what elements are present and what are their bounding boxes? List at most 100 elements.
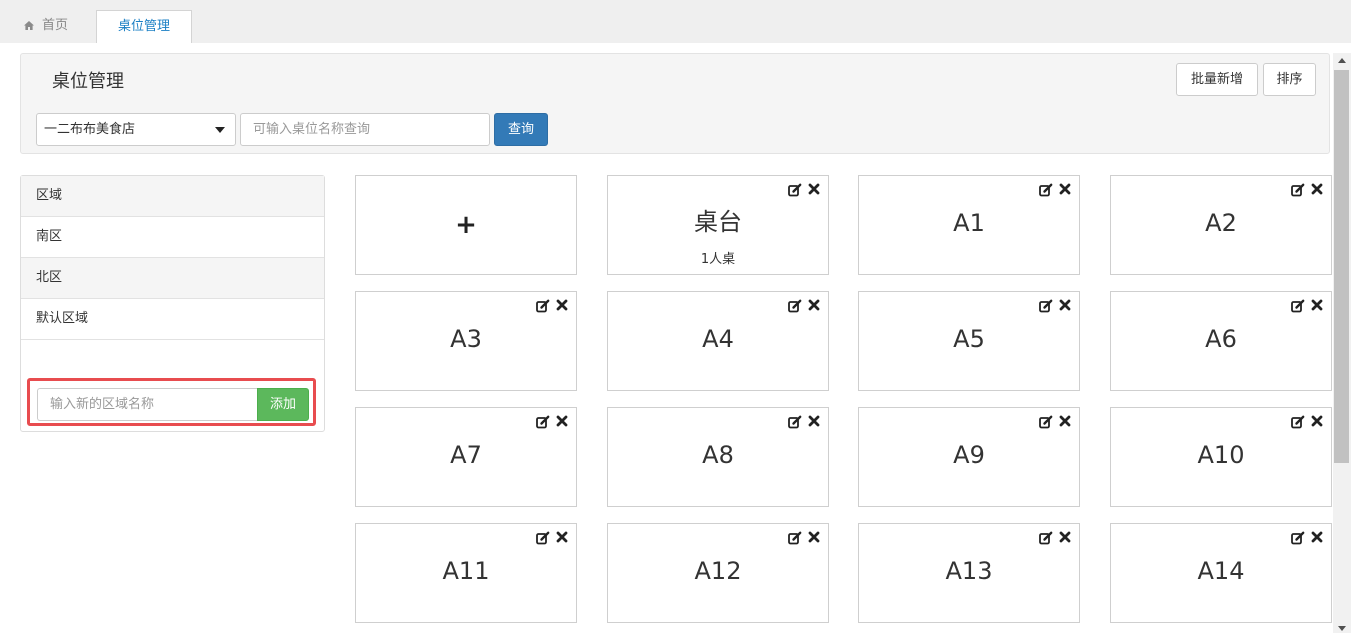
caret-down-icon bbox=[215, 127, 225, 133]
table-card[interactable]: A2 bbox=[1110, 175, 1332, 275]
table-card[interactable]: A6 bbox=[1110, 291, 1332, 391]
card-actions bbox=[788, 531, 820, 547]
table-card[interactable]: A14 bbox=[1110, 523, 1332, 623]
delete-icon[interactable] bbox=[1311, 299, 1323, 311]
table-card[interactable]: A4 bbox=[607, 291, 829, 391]
tab-home[interactable]: 首页 bbox=[10, 10, 96, 43]
table-name: A12 bbox=[694, 557, 742, 585]
delete-icon[interactable] bbox=[1059, 299, 1071, 311]
page-title: 桌位管理 bbox=[52, 71, 124, 92]
area-header: 区域 bbox=[21, 176, 324, 217]
add-area-button[interactable]: 添加 bbox=[257, 388, 309, 421]
tab-table-management[interactable]: 桌位管理 bbox=[96, 10, 192, 43]
edit-icon[interactable] bbox=[536, 299, 550, 313]
card-actions bbox=[788, 415, 820, 431]
table-name: A8 bbox=[702, 441, 734, 469]
edit-icon[interactable] bbox=[1291, 415, 1305, 429]
area-item-default[interactable]: 默认区域 bbox=[21, 299, 324, 340]
table-card[interactable]: A7 bbox=[355, 407, 577, 507]
delete-icon[interactable] bbox=[808, 299, 820, 311]
table-card[interactable]: A13 bbox=[858, 523, 1080, 623]
store-select[interactable]: 一二布布美食店 bbox=[36, 113, 236, 146]
edit-icon[interactable] bbox=[788, 183, 802, 197]
card-actions bbox=[1291, 183, 1323, 199]
table-card[interactable]: A11 bbox=[355, 523, 577, 623]
delete-icon[interactable] bbox=[556, 299, 568, 311]
table-card[interactable]: A5 bbox=[858, 291, 1080, 391]
sort-button[interactable]: 排序 bbox=[1263, 63, 1316, 96]
query-button[interactable]: 查询 bbox=[494, 113, 548, 146]
delete-icon[interactable] bbox=[808, 415, 820, 427]
edit-icon[interactable] bbox=[1291, 299, 1305, 313]
add-area-form: 添加 bbox=[27, 378, 316, 426]
edit-icon[interactable] bbox=[536, 531, 550, 545]
edit-icon[interactable] bbox=[1039, 415, 1053, 429]
table-name: A4 bbox=[702, 325, 734, 353]
table-name: A3 bbox=[450, 325, 482, 353]
edit-icon[interactable] bbox=[788, 531, 802, 545]
store-select-value: 一二布布美食店 bbox=[44, 122, 136, 137]
tab-home-label: 首页 bbox=[42, 18, 69, 33]
card-actions bbox=[536, 299, 568, 315]
delete-icon[interactable] bbox=[1311, 415, 1323, 427]
table-name: A6 bbox=[1205, 325, 1237, 353]
delete-icon[interactable] bbox=[808, 531, 820, 543]
header-panel: 桌位管理 批量新增 排序 一二布布美食店 查询 bbox=[20, 53, 1330, 154]
delete-icon[interactable] bbox=[1311, 183, 1323, 195]
scroll-down-arrow-icon[interactable] bbox=[1338, 626, 1346, 631]
card-actions bbox=[788, 183, 820, 199]
scroll-up-arrow-icon[interactable] bbox=[1338, 58, 1346, 63]
edit-icon[interactable] bbox=[536, 415, 550, 429]
table-card[interactable]: A3 bbox=[355, 291, 577, 391]
area-panel: 区域 南区 北区 默认区域 添加 bbox=[20, 175, 325, 432]
card-actions bbox=[1291, 415, 1323, 431]
delete-icon[interactable] bbox=[1059, 415, 1071, 427]
card-actions bbox=[1039, 415, 1071, 431]
edit-icon[interactable] bbox=[1039, 299, 1053, 313]
home-icon bbox=[24, 21, 34, 30]
add-table-card[interactable]: + bbox=[355, 175, 577, 275]
table-name: 桌台 bbox=[694, 208, 742, 236]
new-area-input[interactable] bbox=[37, 388, 257, 421]
table-card[interactable]: A12 bbox=[607, 523, 829, 623]
table-capacity: 1人桌 bbox=[700, 252, 736, 267]
edit-icon[interactable] bbox=[1039, 183, 1053, 197]
edit-icon[interactable] bbox=[1291, 531, 1305, 545]
card-actions bbox=[1039, 183, 1071, 199]
table-card[interactable]: A1 bbox=[858, 175, 1080, 275]
table-name: A14 bbox=[1197, 557, 1245, 585]
card-actions bbox=[788, 299, 820, 315]
delete-icon[interactable] bbox=[556, 415, 568, 427]
table-card[interactable]: A8 bbox=[607, 407, 829, 507]
delete-icon[interactable] bbox=[808, 183, 820, 195]
table-name: A10 bbox=[1197, 441, 1245, 469]
edit-icon[interactable] bbox=[1291, 183, 1305, 197]
table-search-input[interactable] bbox=[240, 113, 490, 146]
table-card[interactable]: 桌台 1人桌 bbox=[607, 175, 829, 275]
edit-icon[interactable] bbox=[1039, 531, 1053, 545]
table-name: A13 bbox=[945, 557, 993, 585]
delete-icon[interactable] bbox=[1059, 531, 1071, 543]
tab-bar: 首页 桌位管理 bbox=[0, 0, 1351, 43]
table-card[interactable]: A9 bbox=[858, 407, 1080, 507]
scroll-thumb[interactable] bbox=[1334, 70, 1349, 463]
card-actions bbox=[1039, 299, 1071, 315]
delete-icon[interactable] bbox=[1311, 531, 1323, 543]
table-card[interactable]: A10 bbox=[1110, 407, 1332, 507]
area-item-north[interactable]: 北区 bbox=[21, 258, 324, 299]
table-name: A9 bbox=[953, 441, 985, 469]
batch-add-button[interactable]: 批量新增 bbox=[1176, 63, 1258, 96]
area-item-south[interactable]: 南区 bbox=[21, 217, 324, 258]
card-actions bbox=[1291, 299, 1323, 315]
card-actions bbox=[1039, 531, 1071, 547]
table-name: A1 bbox=[953, 209, 985, 237]
card-actions bbox=[536, 531, 568, 547]
table-name: A5 bbox=[953, 325, 985, 353]
delete-icon[interactable] bbox=[1059, 183, 1071, 195]
plus-icon: + bbox=[455, 210, 477, 240]
card-actions bbox=[536, 415, 568, 431]
delete-icon[interactable] bbox=[556, 531, 568, 543]
edit-icon[interactable] bbox=[788, 415, 802, 429]
scrollbar[interactable] bbox=[1333, 53, 1351, 633]
edit-icon[interactable] bbox=[788, 299, 802, 313]
